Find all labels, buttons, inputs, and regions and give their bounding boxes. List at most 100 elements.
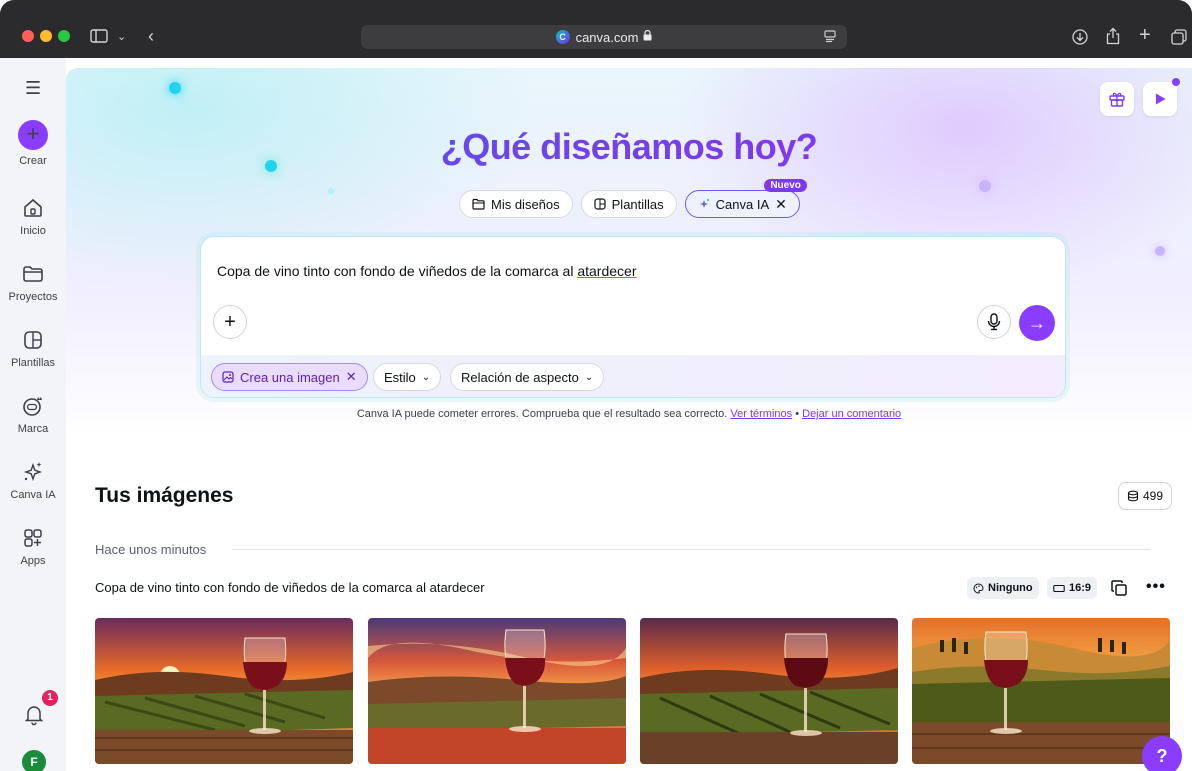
time-label: Hace unos minutos [95,542,207,557]
palette-icon [973,582,984,594]
add-media-button[interactable]: + [213,305,247,339]
terms-link[interactable]: Ver términos [730,408,792,420]
decorative-dot [169,82,181,94]
folder-icon [472,198,485,210]
avatar[interactable]: F [22,750,46,771]
menu-icon[interactable]: ☰ [25,78,41,99]
sidebar-toggle-icon[interactable] [90,29,108,47]
generated-image[interactable] [95,618,353,764]
spellcheck-word: atardecer [577,263,637,279]
sidebar-item-label: Canva IA [10,489,56,501]
separator: • [792,408,803,420]
prompt-input[interactable]: Copa de vino tinto con fondo de viñedos … [217,263,637,279]
gift-icon [1109,92,1125,107]
aspect-ratio-dropdown[interactable]: Relación de aspecto ⌄ [450,363,605,391]
aspect-badge: 16:9 [1047,577,1098,599]
tab-overview-icon[interactable] [1171,29,1187,49]
chip-label: Crea una imagen [240,369,340,385]
wine-sunset-image [640,618,898,764]
arrow-right-icon: → [1028,312,1046,333]
chip-label: Estilo [384,369,416,385]
generated-image[interactable] [368,618,626,764]
home-icon [24,198,42,217]
sidebar-item-label: Crear [19,155,47,167]
url-text: canva.com [575,29,639,45]
close-icon[interactable]: ✕ [775,196,787,213]
prompt-card: Copa de vino tinto con fondo de viñedos … [200,236,1066,398]
download-icon[interactable] [1072,29,1088,49]
sidebar-item-crear[interactable]: + Crear [0,120,66,167]
share-icon[interactable] [1106,27,1120,49]
left-sidebar: ☰ + Crear Inicio Proyectos Plantillas Ma… [0,58,66,771]
sidebar-item-apps[interactable]: Apps [0,526,66,567]
lock-icon [643,29,652,44]
folder-icon [23,266,43,282]
submit-button[interactable]: → [1019,305,1055,341]
divider [232,549,1150,550]
aspect-value: 16:9 [1069,582,1092,594]
coins-icon [1127,490,1139,502]
new-badge: Nuevo [764,179,807,192]
decorative-dot [328,188,334,194]
tab-label: Mis diseños [491,196,560,212]
sidebar-item-proyectos[interactable]: Proyectos [0,262,66,303]
sidebar-item-plantillas[interactable]: Plantillas [0,328,66,369]
microphone-icon [987,313,1001,331]
wine-sunset-image [912,618,1170,764]
hero-section: ¿Qué diseñamos hoy? Mis diseños Plantill… [66,68,1192,438]
tab-mis-disenos[interactable]: Mis diseños [459,190,573,218]
generated-image[interactable] [912,618,1170,764]
tab-label: Plantillas [611,196,664,212]
copy-icon[interactable] [1110,579,1128,597]
play-icon [1156,93,1166,105]
microphone-button[interactable] [977,305,1011,339]
feedback-link[interactable]: Dejar un comentario [802,408,901,420]
sidebar-item-label: Plantillas [10,357,56,369]
wine-sunset-image [368,618,626,764]
minimize-window-button[interactable] [40,30,52,42]
plus-icon: + [18,120,48,150]
canva-logo-icon: C [555,30,570,44]
close-icon[interactable]: ✕ [346,369,357,385]
templates-icon [594,198,606,210]
generated-image[interactable] [640,618,898,764]
disclaimer-text: Canva IA puede cometer errores. Comprueb… [356,408,731,420]
sidebar-item-marca[interactable]: Marca [0,394,66,435]
sparkles-icon [23,462,43,482]
generation-prompt: Copa de vino tinto con fondo de viñedos … [95,580,485,595]
close-window-button[interactable] [22,30,34,42]
more-options-icon[interactable]: ••• [1146,578,1166,596]
brand-icon [23,397,42,416]
bell-icon[interactable] [22,702,46,726]
templates-icon [24,331,42,349]
style-value: Ninguno [988,582,1033,594]
prompt-options: Crea una imagen ✕ Estilo ⌄ Relación de a… [201,355,1065,397]
present-button[interactable] [1143,82,1177,116]
create-image-chip[interactable]: Crea una imagen ✕ [211,363,368,391]
gift-button[interactable] [1100,82,1134,116]
page-title: ¿Qué diseñamos hoy? [66,126,1192,168]
help-button[interactable]: ? [1142,736,1182,771]
chevron-down-icon[interactable]: ⌄ [117,29,126,45]
browser-chrome: ⌄ ‹ C canva.com + [0,0,1192,58]
sidebar-item-inicio[interactable]: Inicio [0,196,66,237]
plus-icon: + [224,310,236,333]
credits-badge[interactable]: 499 [1118,482,1173,510]
reader-icon[interactable] [823,29,837,46]
sidebar-item-label: Inicio [20,225,46,237]
style-dropdown[interactable]: Estilo ⌄ [373,363,442,391]
chevron-down-icon: ⌄ [584,371,594,383]
address-bar[interactable]: C canva.com [361,25,847,49]
apps-icon [24,529,42,547]
tab-canva-ia[interactable]: Canva IA ✕ Nuevo [684,179,807,218]
decorative-dot [1155,246,1165,256]
zoom-window-button[interactable] [58,30,70,42]
main-content: ¿Qué diseñamos hoy? Mis diseños Plantill… [66,68,1192,771]
sidebar-item-canva-ia[interactable]: Canva IA [0,460,66,501]
prompt-text: Copa de vino tinto con fondo de viñedos … [217,263,578,279]
new-tab-icon[interactable]: + [1139,25,1151,45]
sidebar-item-label: Apps [20,555,46,567]
back-icon[interactable]: ‹ [148,27,154,45]
tab-plantillas[interactable]: Plantillas [580,190,677,218]
section-title: Tus imágenes [95,484,234,507]
